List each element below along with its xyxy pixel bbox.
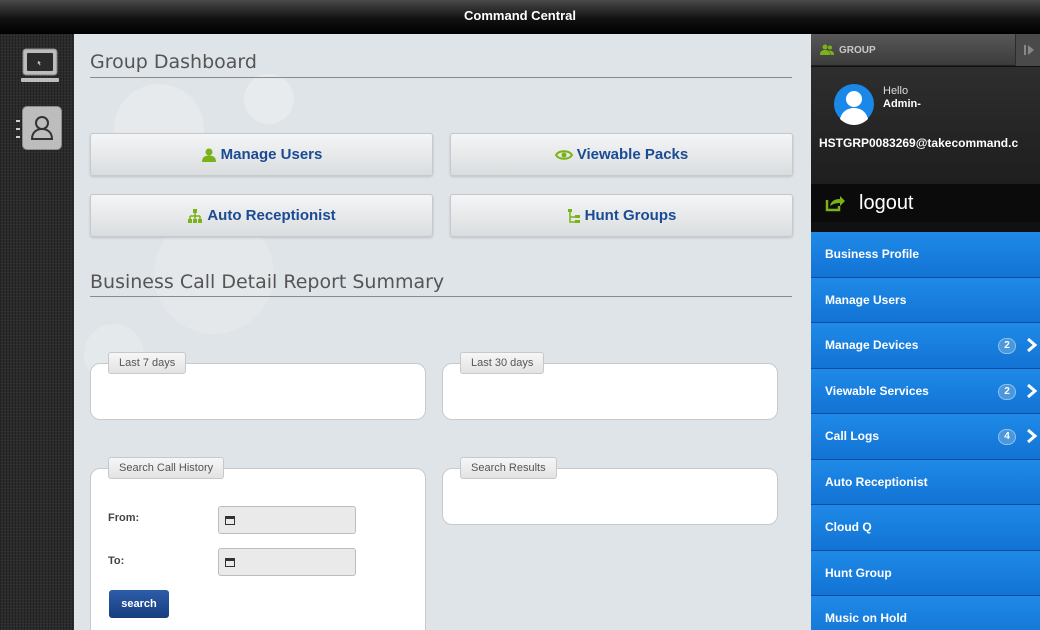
group-label: GROUP [839,45,876,56]
last-7-days-legend: Last 7 days [108,352,187,374]
auto-receptionist-label: Auto Receptionist [207,207,336,224]
from-date-input[interactable] [218,506,356,534]
user-icon [201,148,216,162]
monitor-button[interactable] [18,44,62,88]
logout-icon [825,196,845,212]
calendar-icon [225,516,235,525]
hierarchy-icon [567,208,580,223]
sidebar-item-hunt-group[interactable]: Hunt Group [811,550,1040,596]
count-badge: 2 [998,338,1016,354]
sidebar-item-label: Manage Users [825,292,907,307]
left-rail [0,34,74,630]
eye-icon [554,149,573,160]
sidebar-item-manage-devices[interactable]: Manage Devices 2 [811,323,1040,369]
viewable-packs-label: Viewable Packs [576,146,689,163]
chevron-right-icon [1027,428,1038,444]
logout-label: logout [859,191,914,214]
sidebar-item-music-on-hold[interactable]: Music on Hold [811,596,1040,630]
sidebar-item-label: Business Profile [825,247,920,262]
sidebar-item-cloud-q[interactable]: Cloud Q [811,505,1040,551]
chevron-right-icon [1027,383,1038,398]
sidebar-menu: Business Profile Manage Users Manage Dev… [811,232,1040,630]
sidebar-item-label: Call Logs [825,429,880,444]
count-badge: 2 [998,383,1016,400]
last-30-days-legend: Last 30 days [460,352,545,374]
viewable-packs-button[interactable]: Viewable Packs [450,133,793,176]
avatar-icon [834,84,874,125]
hunt-groups-label: Hunt Groups [584,207,677,224]
contacts-button[interactable] [22,106,62,150]
main-content: Group Dashboard Manage Users Viewable Pa… [74,34,811,630]
sidebar-item-manage-users[interactable]: Manage Users [811,277,1040,323]
search-button[interactable]: search [109,590,169,618]
manage-users-label: Manage Users [220,146,323,163]
title-divider [90,77,792,78]
sidebar-item-label: Cloud Q [825,520,872,535]
search-results-legend: Search Results [460,457,557,479]
sidebar-item-label: Auto Receptionist [825,474,928,489]
group-tab[interactable]: GROUP [811,34,1040,66]
rail-tick [16,136,20,138]
sidebar-item-business-profile[interactable]: Business Profile [811,232,1040,278]
sidebar-item-call-logs[interactable]: Call Logs 4 [811,414,1040,460]
sidebar-item-label: Music on Hold [825,611,907,626]
count-badge: 4 [998,429,1016,445]
report-divider [90,296,792,297]
sidebar-item-label: Viewable Services [825,383,929,398]
collapse-icon [1024,45,1034,55]
hello-text: Hello [883,85,909,97]
sidebar-item-label: Hunt Group [825,565,892,580]
sidebar-item-auto-receptionist[interactable]: Auto Receptionist [811,459,1040,505]
search-call-history-legend: Search Call History [108,457,225,479]
sidebar-item-label: Manage Devices [825,338,919,353]
manage-users-button[interactable]: Manage Users [90,133,433,176]
to-date-input[interactable] [218,548,356,576]
group-icon [820,44,834,55]
monitor-icon [21,48,59,82]
rail-tick [16,120,20,122]
rail-tick [16,128,20,130]
to-label: To: [108,555,125,567]
chevron-right-icon [1027,337,1038,353]
collapse-tab[interactable] [1015,34,1040,66]
logout-button[interactable]: logout [811,184,1040,222]
hunt-groups-button[interactable]: Hunt Groups [450,194,793,237]
calendar-icon [225,558,235,567]
user-name: Admin- [883,98,921,110]
background-bokeh [244,74,294,124]
page-title: Group Dashboard [90,51,257,73]
auto-receptionist-button[interactable]: Auto Receptionist [90,194,433,237]
title-bar: Command Central [0,0,1040,34]
user-email: HSTGRP0083269@takecommand.c [819,136,1019,150]
report-title: Business Call Detail Report Summary [90,271,445,293]
org-chart-icon [188,208,203,223]
contacts-icon [30,116,54,140]
window-title: Command Central [464,8,576,23]
sidebar-item-viewable-services[interactable]: Viewable Services 2 [811,368,1040,414]
right-sidebar: GROUP Hello Admin- HSTGRP0083269@takecom… [811,34,1040,630]
from-label: From: [108,512,140,524]
